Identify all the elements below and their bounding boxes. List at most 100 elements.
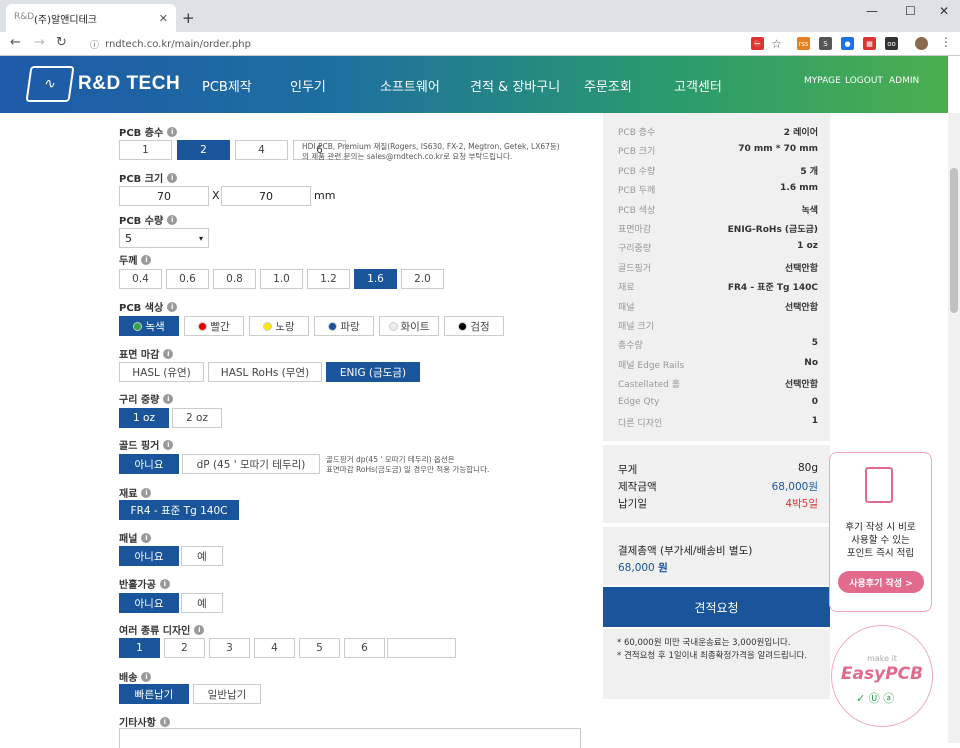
logo-mark-icon: ∿	[25, 66, 75, 102]
designs-option-0[interactable]: 1	[119, 638, 160, 658]
gold-option-1[interactable]: dP (45 ' 모따기 테두리)	[182, 454, 320, 474]
info-icon[interactable]: i	[163, 348, 174, 359]
info-icon[interactable]: i	[167, 214, 178, 225]
extension-shield-icon[interactable]: ●	[841, 37, 854, 50]
copper-option-1[interactable]: 2 oz	[172, 408, 222, 428]
qty-select[interactable]: 5 ▾	[119, 228, 209, 248]
info-icon[interactable]: i	[141, 532, 152, 543]
designs-option-6[interactable]	[387, 638, 456, 658]
thickness-option-label: 2.0	[414, 273, 431, 285]
panel-option-1[interactable]: 예	[181, 546, 223, 566]
halfcut-option-0[interactable]: 아니요	[119, 593, 179, 613]
info-icon[interactable]: i	[159, 716, 170, 727]
menu-support[interactable]: 고객센터	[674, 76, 722, 95]
layers-option-2[interactable]: 4	[235, 140, 288, 160]
url-field[interactable]: ⓘ rndtech.co.kr/main/order.php	[90, 35, 750, 53]
minimize-icon[interactable]: —	[866, 4, 878, 18]
color-option-5[interactable]: 검정	[444, 316, 504, 336]
finish-option-label: HASL RoHs (무연)	[220, 366, 310, 379]
page-scrollbar[interactable]	[948, 113, 960, 743]
thickness-option-5[interactable]: 1.6	[354, 269, 397, 289]
menu-quote-cart[interactable]: 견적 & 장바구니	[470, 76, 560, 95]
bookmark-star-icon[interactable]: ☆	[770, 37, 783, 51]
profile-avatar[interactable]	[915, 37, 928, 50]
info-icon[interactable]: i	[159, 578, 170, 589]
info-icon[interactable]: i	[163, 393, 174, 404]
panel-option-0[interactable]: 아니요	[119, 546, 179, 566]
summary-value: 70 mm * 70 mm	[738, 144, 818, 155]
color-option-1[interactable]: 빨간	[184, 316, 244, 336]
info-icon[interactable]: i	[163, 439, 174, 450]
finish-option-0[interactable]: HASL (유연)	[119, 362, 204, 382]
site-logo[interactable]: ∿ R&D TECH	[25, 65, 188, 103]
thickness-option-1[interactable]: 0.6	[166, 269, 209, 289]
designs-option-2[interactable]: 3	[209, 638, 250, 658]
menu-dots-icon[interactable]: ⋮	[940, 35, 952, 49]
info-icon[interactable]: i	[167, 172, 178, 183]
designs-option-5[interactable]: 6	[344, 638, 385, 658]
menu-soldering[interactable]: 인두기	[290, 76, 326, 95]
mypage-link[interactable]: MYPAGE	[804, 76, 841, 86]
height-input[interactable]: 70	[221, 186, 311, 206]
maximize-icon[interactable]: ☐	[905, 4, 916, 18]
menu-pcb[interactable]: PCB제작	[202, 76, 252, 95]
width-input[interactable]: 70	[119, 186, 209, 206]
extension-s-icon[interactable]: S	[819, 37, 832, 50]
etc-textarea[interactable]	[119, 728, 581, 748]
gold-option-0[interactable]: 아니요	[119, 454, 179, 474]
layers-option-0[interactable]: 1	[119, 140, 172, 160]
admin-link[interactable]: ADMIN	[889, 76, 919, 86]
reload-icon[interactable]: ↻	[56, 35, 67, 50]
extension-glasses-icon[interactable]: oo	[885, 37, 898, 50]
new-tab-button[interactable]: +	[182, 9, 195, 27]
designs-option-label: 5	[316, 642, 323, 654]
shipping-option-0[interactable]: 빠른납기	[119, 684, 189, 704]
browser-tab[interactable]: R&D (주)알앤디테크 ✕	[6, 4, 176, 32]
price-value: 68,000원	[771, 481, 818, 493]
forward-icon[interactable]: →	[34, 35, 45, 50]
halfcut-option-1[interactable]: 예	[181, 593, 223, 613]
finish-option-label: HASL (유연)	[132, 366, 191, 379]
finish-option-1[interactable]: HASL RoHs (무연)	[208, 362, 322, 382]
easypcb-badge[interactable]: make it EasyPCB ✓ Ⓤ ⓐ	[831, 625, 933, 727]
menu-software[interactable]: 소프트웨어	[380, 76, 440, 95]
designs-option-4[interactable]: 5	[299, 638, 340, 658]
thickness-option-4[interactable]: 1.2	[307, 269, 350, 289]
summary-key: 다른 디자인	[618, 419, 663, 429]
thickness-option-2[interactable]: 0.8	[213, 269, 256, 289]
color-option-0[interactable]: 녹색	[119, 316, 179, 336]
tab-close-icon[interactable]: ✕	[159, 12, 168, 25]
designs-option-1[interactable]: 2	[164, 638, 205, 658]
back-icon[interactable]: ←	[10, 35, 21, 50]
color-option-3[interactable]: 파랑	[314, 316, 374, 336]
info-icon[interactable]: i	[167, 301, 178, 312]
color-option-4[interactable]: 화이트	[379, 316, 439, 336]
summary-value: 선택안함	[784, 380, 818, 391]
menu-order-lookup[interactable]: 주문조회	[584, 76, 632, 95]
extension-rss-icon[interactable]: rss	[797, 37, 810, 50]
quote-request-button[interactable]: 견적요청	[603, 587, 830, 627]
thickness-option-3[interactable]: 1.0	[260, 269, 303, 289]
color-dot-icon	[198, 321, 208, 331]
summary-value: FR4 - 표준 Tg 140C	[727, 283, 818, 294]
finish-option-2[interactable]: ENIG (금도금)	[326, 362, 420, 382]
shipping-option-1[interactable]: 일반납기	[193, 684, 261, 704]
thickness-option-6[interactable]: 2.0	[401, 269, 444, 289]
material-option-0[interactable]: FR4 - 표준 Tg 140C	[119, 500, 239, 520]
info-icon[interactable]: i	[141, 671, 152, 682]
info-icon[interactable]: i	[194, 624, 205, 635]
copper-option-0[interactable]: 1 oz	[119, 408, 169, 428]
info-icon[interactable]: i	[141, 487, 152, 498]
info-icon[interactable]: i	[167, 126, 178, 137]
write-review-button[interactable]: 사용후기 작성 >	[838, 571, 924, 593]
info-icon[interactable]: i	[141, 254, 152, 265]
designs-option-3[interactable]: 4	[254, 638, 295, 658]
logout-link[interactable]: LOGOUT	[845, 76, 883, 86]
window-close-icon[interactable]: ✕	[939, 4, 949, 18]
layers-option-1[interactable]: 2	[177, 140, 230, 160]
block-icon[interactable]: ⛔	[751, 37, 764, 50]
extension-calendar-icon[interactable]: ▦	[863, 37, 876, 50]
scrollbar-thumb[interactable]	[950, 168, 958, 313]
color-option-2[interactable]: 노랑	[249, 316, 309, 336]
thickness-option-0[interactable]: 0.4	[119, 269, 162, 289]
